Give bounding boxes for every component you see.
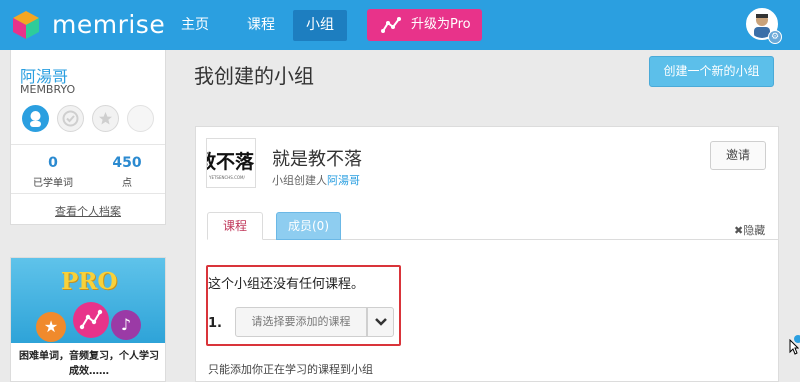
page-title: 我创建的小组 (194, 64, 314, 88)
badge-check-icon[interactable] (57, 105, 84, 132)
tab-members[interactable]: 成员(0) (276, 212, 341, 240)
words-learned-label: 已学单词 (33, 178, 73, 189)
hide-label: 隐藏 (743, 224, 766, 237)
points-label: 点 (122, 178, 132, 189)
growth-chart-icon (79, 309, 103, 330)
words-learned-count: 0 (48, 155, 58, 171)
growth-chart-icon (381, 17, 401, 33)
group-creator-prefix: 小组创建人 (272, 174, 327, 187)
divider (11, 193, 165, 194)
create-group-button[interactable]: 创建一个新的小组 (649, 56, 774, 87)
nav-groups[interactable]: 小组 (293, 10, 347, 41)
music-note-icon: ♪ (111, 310, 141, 340)
group-thumbnail[interactable]: 教不落 YETSENCHS.COM/ (206, 138, 256, 188)
view-profile-link[interactable]: 查看个人档案 (11, 203, 165, 219)
graph-icon (73, 302, 109, 338)
badge-baby-icon[interactable] (22, 105, 49, 132)
divider (11, 144, 165, 145)
pro-promo-title: PRO (61, 268, 118, 295)
invite-button[interactable]: 邀请 (710, 141, 766, 170)
group-creator: 小组创建人阿湯哥 (272, 172, 360, 188)
step-number: 1. (208, 316, 222, 331)
pro-promo-card[interactable]: PRO ★ ♪ 困难单词，音频复习，个人学习成效…… (10, 257, 166, 382)
baby-icon (30, 111, 41, 127)
star-icon (99, 112, 112, 125)
course-select[interactable]: 请选择要添加的课程 (235, 307, 367, 337)
close-icon: ✖ (734, 224, 744, 237)
hide-link[interactable]: ✖隐藏 (734, 222, 765, 238)
mouse-cursor-icon (789, 339, 799, 355)
group-thumbnail-text: 教不落 (207, 151, 255, 173)
pro-promo-description: 困难单词，音频复习，个人学习成效…… (19, 351, 159, 377)
check-icon (62, 110, 79, 127)
memrise-wordmark[interactable]: memrise (52, 10, 165, 39)
course-select-dropdown-button[interactable] (367, 307, 394, 337)
profile-username: MEMBRYO (20, 83, 76, 96)
avatar-badge-icon: ⚙ (768, 30, 782, 44)
upgrade-pro-label: 升级为Pro (411, 17, 471, 32)
no-courses-message: 这个小组还没有任何课程。 (208, 277, 365, 292)
badge-star-icon[interactable] (92, 105, 119, 132)
tab-courses[interactable]: 课程 (207, 212, 263, 240)
top-nav-bar: memrise 主页 课程 小组 升级为Pro ⚙ (0, 0, 800, 50)
badge-empty-icon[interactable] (127, 105, 154, 132)
group-name[interactable]: 就是教不落 (272, 145, 362, 171)
memrise-logo-icon[interactable] (10, 9, 42, 41)
course-note: 只能添加你正在学习的课程到小组 (208, 363, 373, 376)
chevron-down-icon (375, 318, 387, 326)
profile-card: 阿湯哥 MEMBRYO 0 已学单词 450 点 查看个人档案 (10, 50, 166, 225)
nav-home[interactable]: 主页 (170, 10, 220, 41)
upgrade-pro-button[interactable]: 升级为Pro (367, 9, 482, 41)
star-icon: ★ (36, 312, 66, 342)
group-panel: 教不落 YETSENCHS.COM/ 就是教不落 小组创建人阿湯哥 邀请 课程 … (195, 126, 779, 382)
group-creator-link[interactable]: 阿湯哥 (327, 174, 360, 187)
nav-courses[interactable]: 课程 (236, 10, 286, 41)
group-thumbnail-subtext: YETSENCHS.COM/ (209, 175, 245, 180)
points-count: 450 (112, 155, 142, 171)
